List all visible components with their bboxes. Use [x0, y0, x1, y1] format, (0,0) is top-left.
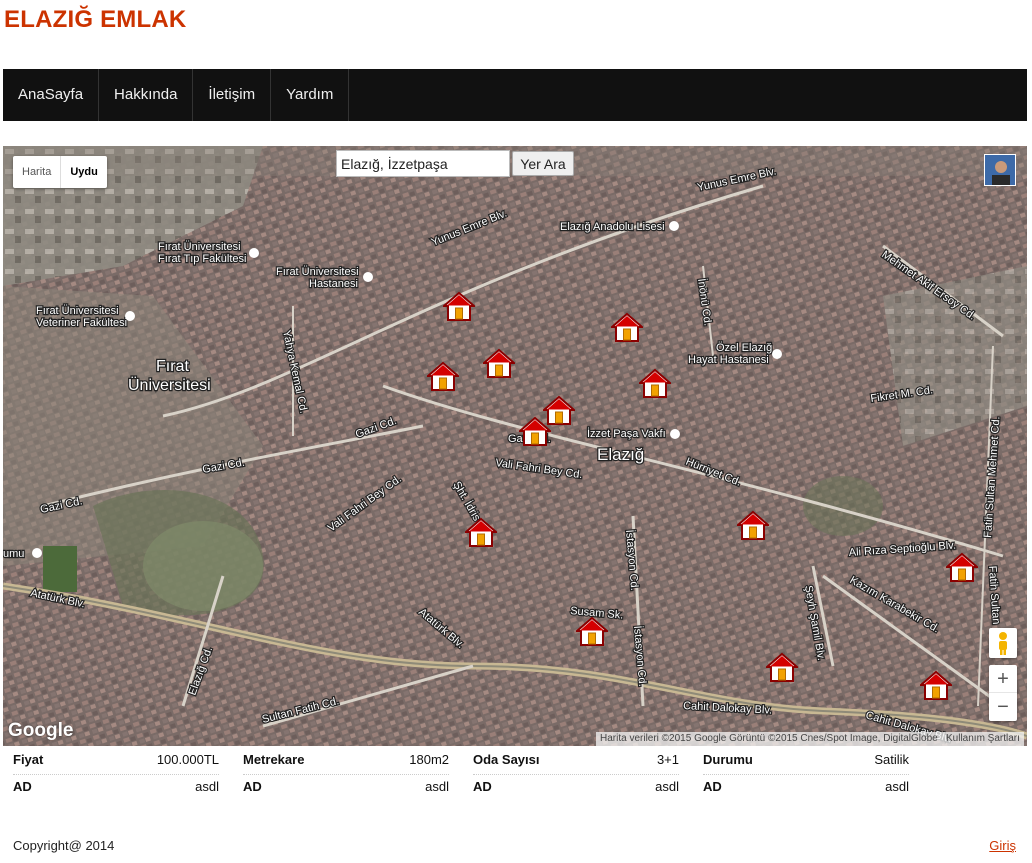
map-type-satellite-button[interactable]: Uydu — [60, 156, 107, 188]
listing-field-ad: AD asdl — [473, 775, 679, 802]
field-value: asdl — [885, 779, 909, 794]
zoom-out-button[interactable]: − — [989, 693, 1017, 721]
nav-item-contact[interactable]: İletişim — [193, 69, 272, 121]
hospital-icon — [249, 248, 259, 258]
map-label-ozel-hastane: Hayat Hastanesi — [688, 354, 769, 366]
field-label: Fiyat — [13, 752, 44, 767]
house-marker-icon[interactable] — [463, 517, 499, 547]
field-label: AD — [703, 779, 722, 794]
map-label-firat-universitesi: Fırat — [156, 358, 189, 375]
street-view-pegman[interactable] — [989, 628, 1017, 658]
school-icon — [125, 311, 135, 321]
listing-row: AD asdl AD asdl AD asdl AD asdl — [13, 775, 933, 802]
map-type-map-button[interactable]: Harita — [13, 156, 60, 188]
field-value: 100.000TL — [156, 752, 219, 767]
house-marker-icon[interactable] — [609, 312, 645, 342]
map-label-stadium: umu — [3, 548, 24, 560]
field-value: asdl — [655, 779, 679, 794]
map-label-anadolu-lisesi: Elazığ Anadolu Lisesi — [560, 221, 665, 233]
listing-field-ad: AD asdl — [703, 775, 909, 802]
field-label: AD — [243, 779, 262, 794]
listing-field-ad: AD asdl — [13, 775, 219, 802]
house-marker-icon[interactable] — [481, 348, 517, 378]
zoom-control: + − — [989, 665, 1017, 721]
nav-item-help[interactable]: Yardım — [271, 69, 350, 121]
map-label-ozel-hastane: Özel Elazığ — [716, 342, 772, 354]
house-marker-icon[interactable] — [441, 291, 477, 321]
school-icon — [669, 221, 679, 231]
listing-row: Fiyat 100.000TL Metrekare 180m2 Oda Sayısı… — [13, 748, 933, 775]
site-title: ELAZIĞ EMLAK — [4, 6, 187, 33]
field-label: Oda Sayısı — [473, 752, 540, 767]
listing-field-rooms: Oda Sayısı 3+1 — [473, 748, 679, 775]
user-avatar[interactable] — [984, 154, 1016, 186]
listing-field-ad: AD asdl — [243, 775, 449, 802]
house-marker-icon[interactable] — [637, 368, 673, 398]
map-label-firat-universitesi: Üniversitesi — [128, 376, 211, 394]
listing-field-price: Fiyat 100.000TL — [13, 748, 219, 775]
login-link[interactable]: Giriş — [989, 838, 1016, 853]
zoom-in-button[interactable]: + — [989, 665, 1017, 693]
listing-details: Fiyat 100.000TL Metrekare 180m2 Oda Sayısı… — [13, 748, 933, 802]
main-nav: AnaSayfa Hakkında İletişim Yardım — [3, 69, 1027, 121]
field-value: asdl — [425, 779, 449, 794]
house-marker-icon[interactable] — [944, 552, 980, 582]
house-marker-icon[interactable] — [735, 510, 771, 540]
field-value: 3+1 — [656, 752, 679, 767]
field-label: AD — [473, 779, 492, 794]
map-view[interactable]: Yunus Emre Blv. Yunus Emre Blv. Elazığ A… — [3, 146, 1027, 746]
map-type-control: Harita Uydu — [13, 156, 107, 188]
map-label-elazig: Elazığ — [597, 445, 644, 464]
map-label-veteriner: Veteriner Fakültesi — [36, 317, 127, 329]
field-label: Durumu — [703, 752, 753, 767]
stadium-icon — [32, 548, 42, 558]
google-logo: Google — [8, 720, 74, 741]
field-value: Satilik — [874, 752, 909, 767]
house-marker-icon[interactable] — [517, 416, 553, 446]
hospital-icon — [363, 272, 373, 282]
field-value: asdl — [195, 779, 219, 794]
map-label-veteriner: Fırat Üniversitesi — [36, 305, 119, 317]
field-label: Metrekare — [243, 752, 305, 767]
satellite-imagery: Yunus Emre Blv. Yunus Emre Blv. Elazığ A… — [3, 146, 1027, 746]
nav-item-home[interactable]: AnaSayfa — [3, 69, 100, 121]
nav-item-about[interactable]: Hakkında — [99, 69, 194, 121]
map-label-firat-hastanesi: Fırat Üniversitesi — [276, 266, 359, 278]
field-value: 180m2 — [409, 752, 449, 767]
listing-field-status: Durumu Satilik — [703, 748, 909, 775]
field-label: AD — [13, 779, 32, 794]
avatar-icon — [985, 155, 1015, 185]
map-label-firat-tip: Fırat Tıp Fakültesi — [158, 253, 246, 265]
map-label-firat-hastanesi: Hastanesi — [309, 278, 358, 290]
place-search-input[interactable] — [336, 150, 510, 177]
house-marker-icon[interactable] — [764, 652, 800, 682]
place-search-button[interactable]: Yer Ara — [512, 151, 574, 176]
terms-of-use-link[interactable]: Kullanım Şartları — [942, 732, 1024, 746]
landmark-icon — [670, 429, 680, 439]
map-attribution: Harita verileri ©2015 Google Görüntü ©20… — [596, 732, 942, 746]
house-marker-icon[interactable] — [425, 361, 461, 391]
map-label-firat-tip: Fırat Üniversitesi — [158, 241, 241, 253]
house-marker-icon[interactable] — [918, 670, 954, 700]
copyright-text: Copyright@ 2014 — [13, 838, 115, 853]
hospital-icon — [772, 349, 782, 359]
listing-field-area: Metrekare 180m2 — [243, 748, 449, 775]
house-marker-icon[interactable] — [574, 616, 610, 646]
map-label-izzet-pasa: İzzet Paşa Vakfı — [587, 427, 666, 440]
pegman-icon — [999, 632, 1007, 655]
